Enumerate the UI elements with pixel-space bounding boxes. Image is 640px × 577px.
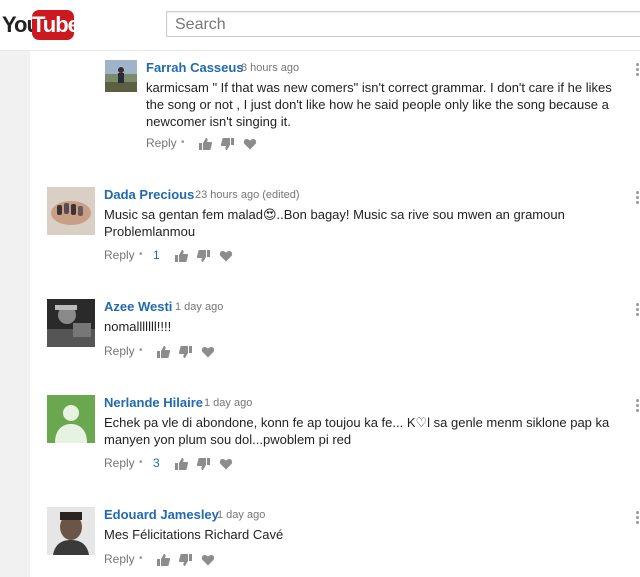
comment-time[interactable]: 8 hours ago <box>241 62 299 74</box>
avatar[interactable] <box>105 60 137 92</box>
comment-text-line: newcomer isn't singing it. <box>146 114 291 129</box>
thumbs-down-icon[interactable] <box>197 457 211 471</box>
more-vertical-icon[interactable] <box>636 399 640 414</box>
comment-actions: Reply • 1 <box>104 248 304 264</box>
comment-author[interactable]: Azee Westi <box>104 299 172 314</box>
separator-dot: • <box>139 457 143 468</box>
thumbs-down-icon[interactable] <box>179 553 193 567</box>
avatar-image <box>105 60 137 92</box>
avatar[interactable] <box>47 395 95 443</box>
like-count: 3 <box>153 456 160 470</box>
comment-author[interactable]: Nerlande Hilaire <box>104 395 203 410</box>
heart-icon[interactable] <box>219 249 233 263</box>
comment-actions: Reply • <box>104 344 304 360</box>
comment-actions: Reply • <box>104 552 304 568</box>
comment-time[interactable]: 23 hours ago (edited) <box>195 189 300 201</box>
comment-author[interactable]: Edouard Jamesley <box>104 507 219 522</box>
logo-text-tube: Tube <box>32 10 80 40</box>
thumbs-up-icon[interactable] <box>156 345 170 359</box>
like-count: 1 <box>153 248 160 262</box>
comment-text: nomalllllll!!!! <box>104 318 624 335</box>
more-vertical-icon[interactable] <box>636 63 640 78</box>
more-vertical-icon[interactable] <box>636 303 640 318</box>
avatar[interactable] <box>47 507 95 555</box>
thumbs-up-icon[interactable] <box>156 553 170 567</box>
comment-author[interactable]: Dada Precious <box>104 187 194 202</box>
heart-icon[interactable] <box>243 137 257 151</box>
thumbs-down-icon[interactable] <box>221 137 235 151</box>
comment-text-line: Mes Félicitations Richard Cavé <box>104 527 284 542</box>
thumbs-up-icon[interactable] <box>174 249 188 263</box>
comment-text-line: Problemlanmou <box>104 224 196 239</box>
avatar[interactable] <box>47 187 95 235</box>
comment-actions: Reply • 3 <box>104 456 304 472</box>
thumbs-down-icon[interactable] <box>179 345 193 359</box>
reply-button[interactable]: Reply <box>104 248 135 262</box>
comment-text-line: Echek pa vle di abondone, konn fe ap tou… <box>104 415 610 430</box>
more-vertical-icon[interactable] <box>636 191 640 206</box>
thumbs-up-icon[interactable] <box>174 457 188 471</box>
comment-actions: Reply • <box>146 136 346 152</box>
separator-dot: • <box>139 553 143 564</box>
heart-icon[interactable] <box>201 553 215 567</box>
reply-button[interactable]: Reply <box>104 456 135 470</box>
reply-button[interactable]: Reply <box>146 136 177 150</box>
search-input[interactable]: Search <box>166 11 640 37</box>
comment-text-line: manyen yon plum sou dol...pwoblem pi red <box>104 432 352 447</box>
comment-time[interactable]: 1 day ago <box>175 301 223 313</box>
avatar-image <box>47 299 95 347</box>
thumbs-down-icon[interactable] <box>197 249 211 263</box>
comment-time[interactable]: 1 day ago <box>204 397 252 409</box>
heart-icon[interactable] <box>219 457 233 471</box>
more-vertical-icon[interactable] <box>636 511 640 526</box>
separator-dot: • <box>139 345 143 356</box>
comment-author[interactable]: Farrah Casseus <box>146 60 244 75</box>
comment-text-line: the song or not , I just don't like how … <box>146 97 609 112</box>
separator-dot: • <box>181 137 185 148</box>
comment-text: Music sa gentan fem malad😍..Bon bagay! M… <box>104 206 624 240</box>
avatar[interactable] <box>47 299 95 347</box>
comments-panel: Farrah Casseus 8 hours ago karmicsam " I… <box>30 51 640 577</box>
comment-text-line: karmicsam " If that was new comers" isn'… <box>146 80 612 95</box>
comment-text-line: Music sa gentan fem malad😍..Bon bagay! M… <box>104 207 565 222</box>
reply-button[interactable]: Reply <box>104 344 135 358</box>
avatar-image <box>47 187 95 235</box>
comment-time[interactable]: 1 day ago <box>217 509 265 521</box>
separator-dot: • <box>139 249 143 260</box>
comment-text: karmicsam " If that was new comers" isn'… <box>146 79 626 130</box>
heart-icon[interactable] <box>201 345 215 359</box>
comment-text-line: nomalllllll!!!! <box>104 319 172 334</box>
reply-button[interactable]: Reply <box>104 552 135 566</box>
avatar-image <box>47 507 95 555</box>
comment-text: Mes Félicitations Richard Cavé <box>104 526 624 543</box>
comment-text: Echek pa vle di abondone, konn fe ap tou… <box>104 414 624 448</box>
avatar-image <box>47 395 95 443</box>
masthead: You Tube Search <box>0 0 640 51</box>
thumbs-up-icon[interactable] <box>198 137 212 151</box>
